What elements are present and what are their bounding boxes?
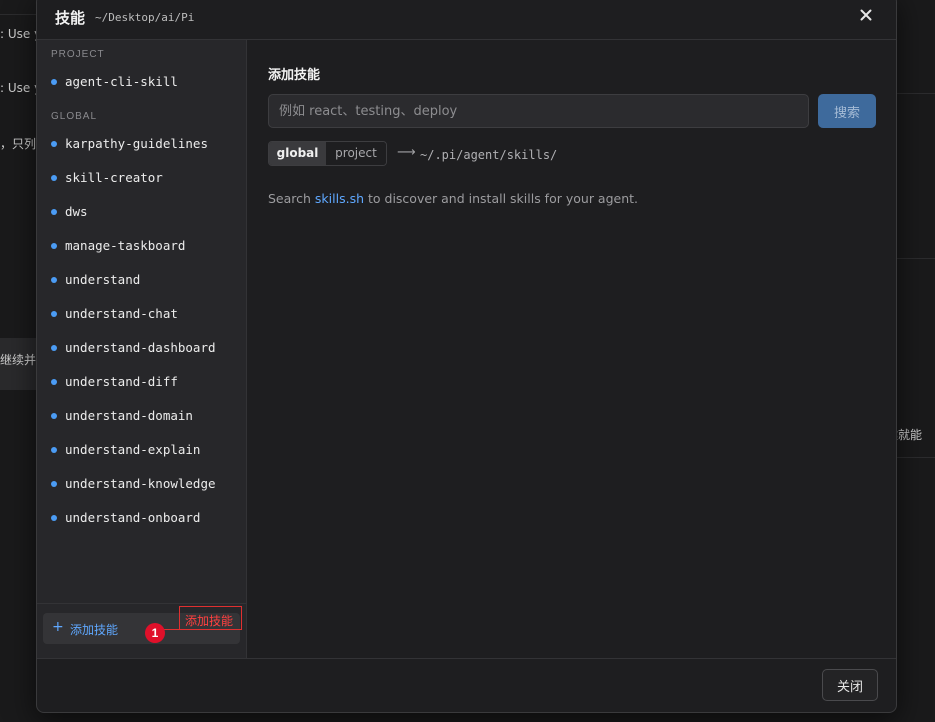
skill-dot-icon	[51, 79, 57, 85]
discover-suffix: to discover and install skills for your …	[364, 191, 639, 206]
skill-dot-icon	[51, 141, 57, 147]
arrow-right-icon: ⟶	[397, 145, 416, 160]
skill-dot-icon	[51, 209, 57, 215]
skill-dot-icon	[51, 379, 57, 385]
scope-option-project[interactable]: project	[326, 142, 386, 165]
bg-divider-2	[895, 258, 935, 259]
scope-option-global[interactable]: global	[269, 142, 326, 165]
skill-name: skill-creator	[65, 170, 163, 185]
skill-dot-icon	[51, 515, 57, 521]
skill-dot-icon	[51, 277, 57, 283]
skill-dot-icon	[51, 413, 57, 419]
skill-item-understand-onboard[interactable]: understand-onboard	[43, 505, 239, 531]
scope-toggle: global project	[268, 141, 387, 166]
skill-name: understand-explain	[65, 442, 201, 457]
skill-item-understand-knowledge[interactable]: understand-knowledge	[43, 471, 239, 497]
install-path: ~/.pi/agent/skills/	[420, 148, 558, 162]
discover-hint: Search skills.sh to discover and install…	[268, 191, 638, 206]
bg-fragment-3: ，只列	[0, 137, 37, 151]
skill-name: understand-dashboard	[65, 340, 216, 355]
skill-name: dws	[65, 204, 88, 219]
skill-name: understand-onboard	[65, 510, 201, 525]
annotation-box: 添加技能	[179, 606, 242, 630]
sidebar-footer: + 添加技能 添加技能 1	[37, 603, 246, 658]
skill-item-manage-taskboard[interactable]: manage-taskboard	[43, 233, 239, 259]
section-label-project: PROJECT	[51, 49, 105, 60]
close-button[interactable]: 关闭	[822, 669, 878, 701]
discover-prefix: Search	[268, 191, 315, 206]
skills-dialog: 技能 ~/Desktop/ai/Pi PROJECT agent-cli-ski…	[36, 0, 897, 713]
skill-dot-icon	[51, 481, 57, 487]
add-skill-label: 添加技能	[70, 623, 119, 637]
skill-dot-icon	[51, 311, 57, 317]
skill-item-karpathy-guidelines[interactable]: karpathy-guidelines	[43, 131, 239, 157]
bg-divider-1	[895, 93, 935, 94]
skill-item-understand-dashboard[interactable]: understand-dashboard	[43, 335, 239, 361]
search-button[interactable]: 搜索	[818, 94, 876, 128]
skill-dot-icon	[51, 447, 57, 453]
skill-item-understand-domain[interactable]: understand-domain	[43, 403, 239, 429]
skill-name: understand-chat	[65, 306, 178, 321]
skill-item-dws[interactable]: dws	[43, 199, 239, 225]
bg-divider-4	[0, 14, 36, 15]
skill-item-understand-chat[interactable]: understand-chat	[43, 301, 239, 327]
skill-name: understand-diff	[65, 374, 178, 389]
skill-name: agent-cli-skill	[65, 74, 178, 89]
dialog-title: 技能	[55, 9, 86, 27]
skill-item-understand[interactable]: understand	[43, 267, 239, 293]
dialog-path: ~/Desktop/ai/Pi	[95, 11, 195, 24]
skill-name: understand-knowledge	[65, 476, 216, 491]
skill-name: understand-domain	[65, 408, 193, 423]
annotation-label: 添加技能	[185, 614, 234, 628]
skill-search-input[interactable]	[268, 94, 809, 128]
skill-dot-icon	[51, 243, 57, 249]
skill-item-understand-explain[interactable]: understand-explain	[43, 437, 239, 463]
footer-divider	[37, 658, 896, 659]
dialog-header: 技能 ~/Desktop/ai/Pi	[37, 0, 896, 40]
skill-dot-icon	[51, 175, 57, 181]
plus-icon: +	[52, 619, 64, 635]
skill-name: manage-taskboard	[65, 238, 186, 253]
section-label-global: GLOBAL	[51, 111, 98, 122]
close-icon[interactable]	[858, 7, 874, 23]
skills-sh-link[interactable]: skills.sh	[315, 191, 364, 206]
skill-item-understand-diff[interactable]: understand-diff	[43, 369, 239, 395]
annotation-connector	[164, 629, 180, 630]
skill-name: understand	[65, 272, 141, 287]
skill-name: karpathy-guidelines	[65, 136, 208, 151]
bg-divider-3	[895, 457, 935, 458]
annotation-badge: 1	[145, 623, 165, 643]
add-skill-title: 添加技能	[268, 68, 321, 83]
skill-item-agent-cli-skill[interactable]: agent-cli-skill	[43, 69, 239, 95]
skill-item-skill-creator[interactable]: skill-creator	[43, 165, 239, 191]
skill-dot-icon	[51, 345, 57, 351]
skills-sidebar: PROJECT agent-cli-skill GLOBAL karpathy-…	[37, 40, 247, 658]
